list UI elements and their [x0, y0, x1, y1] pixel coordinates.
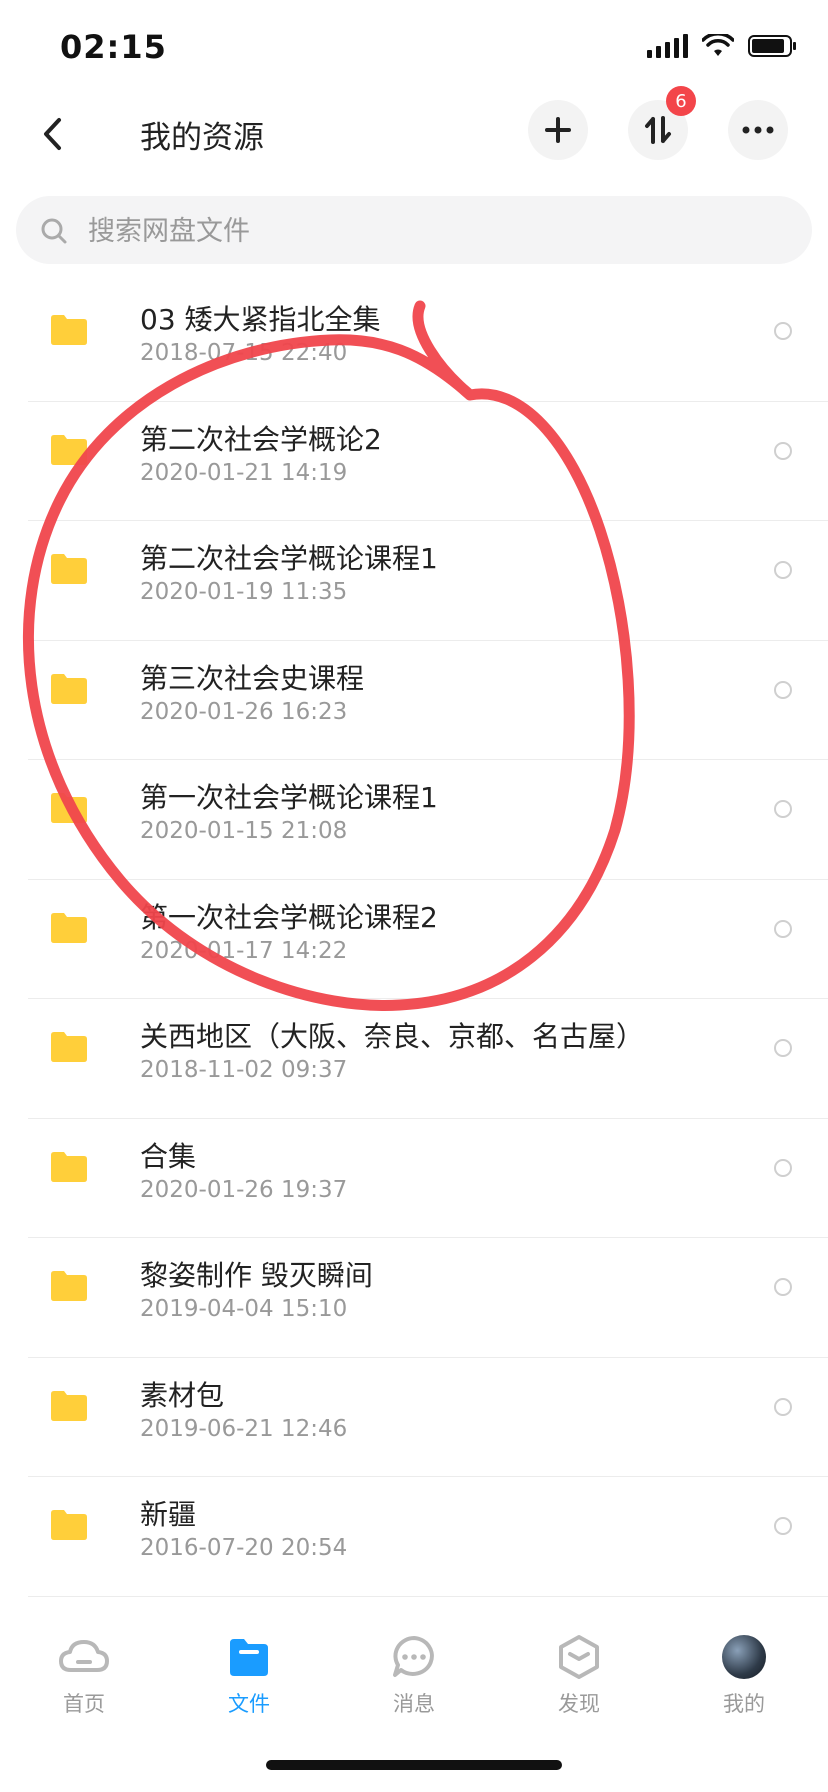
tab-discover[interactable]: 发现 — [519, 1634, 639, 1734]
folder-icon — [51, 1271, 87, 1301]
folder-icon — [230, 1639, 268, 1676]
plus-icon — [545, 117, 571, 143]
transfer-icon — [645, 116, 671, 144]
avatar — [722, 1635, 766, 1679]
file-name: 第二次社会学概论2 — [140, 422, 382, 456]
select-radio[interactable] — [774, 1397, 792, 1416]
file-date: 2018-11-02 09:37 — [140, 1057, 348, 1083]
chevron-left-icon — [44, 118, 61, 150]
select-radio[interactable] — [774, 1278, 792, 1296]
select-radio[interactable] — [774, 680, 792, 699]
folder-icon — [51, 434, 87, 465]
tab-label: 发现 — [558, 1692, 600, 1716]
file-date: 2020-01-26 19:37 — [140, 1176, 348, 1203]
tab-label: 消息 — [393, 1692, 435, 1716]
file-row[interactable]: 黎姿制作 毁灭瞬间 2019-04-04 15:10 — [0, 1238, 828, 1358]
discover-icon — [559, 1635, 599, 1679]
tab-label: 我的 — [723, 1692, 765, 1716]
file-row[interactable]: 素材包 2019-06-21 12:46 — [0, 1358, 828, 1478]
file-date: 2020-01-26 16:23 — [140, 698, 348, 725]
tab-me[interactable]: 我的 — [684, 1634, 804, 1734]
folder-icon — [51, 912, 87, 943]
file-row[interactable]: 合集 2020-01-26 19:37 — [0, 1119, 828, 1239]
file-row[interactable]: 03 矮大紧指北全集 2018-07-15 22:40 — [0, 282, 828, 402]
add-button[interactable] — [528, 100, 588, 160]
file-row[interactable]: 旅游 — [0, 1597, 828, 1613]
file-row[interactable]: 第三次社会史课程 2020-01-26 16:23 — [0, 641, 828, 761]
battery-icon — [748, 34, 798, 58]
select-radio[interactable] — [774, 919, 792, 938]
file-row[interactable]: 第一次社会学概论课程2 2020-01-17 14:22 — [0, 880, 828, 1000]
status-bar: 02:15 — [0, 0, 828, 100]
select-radio[interactable] — [774, 1158, 792, 1177]
select-radio[interactable] — [774, 1039, 792, 1057]
select-radio[interactable] — [774, 322, 792, 340]
folder-icon — [51, 793, 87, 823]
select-radio[interactable] — [774, 441, 792, 460]
file-row[interactable]: 新疆 2016-07-20 20:54 — [0, 1477, 828, 1597]
tab-label: 文件 — [228, 1692, 270, 1716]
file-name: 新疆 — [140, 1498, 197, 1531]
more-icon — [742, 126, 774, 134]
search-icon — [41, 218, 67, 244]
file-row[interactable]: 关西地区（大阪、奈良、京都、名古屋） 2018-11-02 09:37 — [0, 999, 828, 1119]
page-title: 我的资源 — [140, 120, 264, 156]
file-name: 第一次社会学概论课程2 — [140, 900, 438, 934]
cloud-icon — [59, 1640, 109, 1672]
file-row[interactable]: 第二次社会学概论课程1 2020-01-19 11:35 — [0, 521, 828, 641]
file-name: 素材包 — [140, 1378, 225, 1412]
cellular-signal-icon — [647, 34, 688, 58]
folder-icon — [51, 1151, 87, 1182]
file-date: 2019-06-21 12:46 — [140, 1415, 348, 1442]
file-date: 2018-07-15 22:40 — [140, 340, 348, 366]
search-bar[interactable] — [16, 196, 812, 264]
nav-bar: 我的资源 6 — [0, 86, 828, 180]
file-name: 关西地区（大阪、奈良、京都、名古屋） — [140, 1020, 645, 1053]
file-name: 合集 — [140, 1139, 197, 1173]
file-list: 03 矮大紧指北全集 2018-07-15 22:40 第二次社会学概论2 20… — [0, 282, 828, 1612]
avatar-wrap — [684, 1634, 804, 1680]
transfer-count-badge: 6 — [666, 86, 696, 116]
status-time: 02:15 — [60, 28, 167, 66]
file-name: 第一次社会学概论课程1 — [140, 781, 438, 814]
select-radio[interactable] — [774, 1517, 792, 1535]
file-date: 2020-01-15 21:08 — [140, 818, 348, 844]
tab-home[interactable]: 首页 — [24, 1634, 144, 1734]
tab-label: 首页 — [63, 1692, 105, 1716]
folder-icon — [51, 1390, 87, 1421]
file-name: 第二次社会学概论课程1 — [140, 542, 438, 575]
wifi-icon — [702, 34, 734, 58]
transfer-button[interactable]: 6 — [628, 86, 696, 160]
folder-icon — [51, 1032, 87, 1062]
select-radio[interactable] — [774, 561, 792, 579]
search-input[interactable] — [86, 204, 790, 258]
file-date: 2020-01-17 14:22 — [140, 937, 348, 964]
file-name: 黎姿制作 毁灭瞬间 — [140, 1259, 373, 1292]
file-row[interactable]: 第一次社会学概论课程1 2020-01-15 21:08 — [0, 760, 828, 880]
file-date: 2016-07-20 20:54 — [140, 1535, 348, 1561]
folder-icon — [51, 554, 87, 584]
select-radio[interactable] — [774, 800, 792, 818]
folder-icon — [51, 1510, 87, 1540]
file-name: 第三次社会史课程 — [140, 661, 365, 695]
file-date: 2019-04-04 15:10 — [140, 1296, 348, 1322]
file-row[interactable]: 第二次社会学概论2 2020-01-21 14:19 — [0, 402, 828, 522]
file-date: 2020-01-21 14:19 — [140, 459, 348, 486]
status-icons — [647, 34, 798, 58]
back-button[interactable] — [30, 110, 74, 158]
file-date: 2020-01-19 11:35 — [140, 579, 348, 605]
home-indicator[interactable] — [266, 1760, 562, 1770]
folder-icon — [51, 315, 87, 345]
folder-icon — [51, 673, 87, 704]
tab-files[interactable]: 文件 — [189, 1634, 309, 1734]
chat-icon — [393, 1636, 434, 1677]
tab-messages[interactable]: 消息 — [354, 1634, 474, 1734]
more-button[interactable] — [728, 100, 788, 160]
file-name: 03 矮大紧指北全集 — [140, 303, 381, 336]
